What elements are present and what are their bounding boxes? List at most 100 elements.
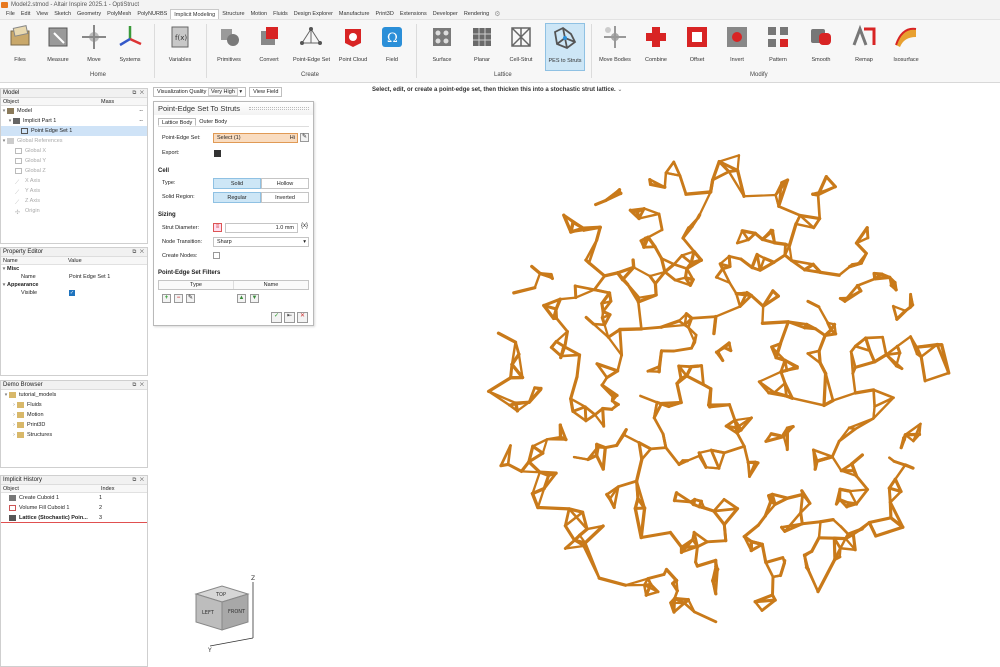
- apply-keep-open-icon[interactable]: ⇤: [284, 312, 295, 323]
- pattern-button[interactable]: Pattern: [760, 23, 796, 71]
- edit-icon[interactable]: ✎: [300, 133, 309, 142]
- variable-link-icon[interactable]: {x}: [301, 223, 308, 229]
- solid-region-inverted-option[interactable]: Inverted: [261, 192, 309, 203]
- lattice-strut: [569, 220, 575, 234]
- tree-row-global-x[interactable]: Global X: [1, 146, 147, 156]
- lattice-strut: [872, 388, 876, 408]
- solid-region-regular-option[interactable]: Regular: [213, 192, 261, 203]
- lattice-strut: [678, 174, 688, 196]
- pes-to-struts-button[interactable]: PES to Struts: [545, 23, 585, 71]
- lattice-strut: [818, 270, 841, 277]
- tree-row-origin[interactable]: ✣ Origin: [1, 206, 147, 216]
- measure-button[interactable]: Measure: [40, 23, 76, 71]
- navigation-cube[interactable]: TOP LEFT FRONT Z Y: [188, 572, 260, 652]
- menu-sketch[interactable]: Sketch: [51, 9, 74, 19]
- menu-manufacture[interactable]: Manufacture: [336, 9, 373, 19]
- type-solid-option[interactable]: Solid: [213, 178, 261, 189]
- point-cloud-button[interactable]: Point Cloud: [335, 23, 371, 71]
- menu-fluids[interactable]: Fluids: [270, 9, 291, 19]
- menu-implicit-modeling[interactable]: Implicit Modeling: [170, 9, 220, 19]
- tree-row-global-y[interactable]: Global Y: [1, 156, 147, 166]
- type-hollow-option[interactable]: Hollow: [261, 178, 309, 189]
- files-button[interactable]: Files: [2, 23, 38, 71]
- view-field-button[interactable]: View Field: [249, 87, 283, 97]
- offset-button[interactable]: Offset: [679, 23, 715, 71]
- lattice-strut: [578, 527, 589, 537]
- add-tab-icon[interactable]: ⚙: [492, 10, 500, 18]
- visualization-quality-select[interactable]: Visualization Quality Very High ▾: [153, 87, 247, 97]
- combine-button[interactable]: Combine: [638, 23, 674, 71]
- menu-print3d[interactable]: Print3D: [372, 9, 396, 19]
- panel-controls-icon[interactable]: ⧉ ✕: [132, 476, 145, 485]
- menu-developer[interactable]: Developer: [430, 9, 461, 19]
- demo-item-structures[interactable]: › Structures: [1, 430, 147, 440]
- close-icon[interactable]: ✕: [297, 312, 308, 323]
- remove-filter-icon[interactable]: −: [174, 294, 183, 303]
- history-row[interactable]: Lattice (Stochastic) Poin... 3: [1, 513, 147, 523]
- isosurface-button[interactable]: Isosurface: [888, 23, 924, 71]
- tree-row-global-z[interactable]: Global Z: [1, 166, 147, 176]
- planar-button[interactable]: Planar: [464, 23, 500, 71]
- move-up-icon[interactable]: ▲: [237, 294, 246, 303]
- surface-button[interactable]: Surface: [424, 23, 460, 71]
- demo-item-fluids[interactable]: › Fluids: [1, 400, 147, 410]
- lattice-strut: [784, 243, 791, 247]
- tree-row-model[interactable]: ▾ Model --: [1, 106, 147, 116]
- primitives-button[interactable]: Primitives: [211, 23, 247, 71]
- tree-row-z-axis[interactable]: ⟋ Z Axis: [1, 196, 147, 206]
- point-edge-set-button[interactable]: Point-Edge Set: [293, 23, 330, 71]
- apply-icon[interactable]: ✓: [271, 312, 282, 323]
- cell-strut-button[interactable]: Cell-Strut: [503, 23, 539, 71]
- menu-polymesh[interactable]: PolyMesh: [104, 9, 134, 19]
- tree-row-implicit-part[interactable]: ▾ Implicit Part 1 --: [1, 116, 147, 126]
- panel-controls-icon[interactable]: ⧉ ✕: [132, 248, 145, 257]
- panel-controls-icon[interactable]: ⧉ ✕: [132, 89, 145, 98]
- add-filter-icon[interactable]: +: [162, 294, 171, 303]
- menu-motion[interactable]: Motion: [248, 9, 271, 19]
- strut-diameter-input[interactable]: 1.0 mm: [225, 223, 298, 233]
- menu-extensions[interactable]: Extensions: [397, 9, 430, 19]
- variables-button[interactable]: f(x) Variables: [162, 23, 198, 71]
- menu-polynurbs[interactable]: PolyNURBS: [134, 9, 170, 19]
- demo-item-print3d[interactable]: › Print3D: [1, 420, 147, 430]
- tree-row-x-axis[interactable]: ⟋ X Axis: [1, 176, 147, 186]
- tree-row-y-axis[interactable]: ⟋ Y Axis: [1, 186, 147, 196]
- lattice-strut: [533, 272, 542, 289]
- invert-button[interactable]: Invert: [719, 23, 755, 71]
- remap-button[interactable]: Remap: [846, 23, 882, 71]
- create-nodes-checkbox[interactable]: [213, 252, 220, 259]
- demo-item-tutorial-models[interactable]: ▾ tutorial_models: [1, 390, 147, 400]
- panel-controls-icon[interactable]: ⧉ ✕: [132, 381, 145, 390]
- convert-button[interactable]: Convert: [251, 23, 287, 71]
- misc-section[interactable]: ▾ Misc: [1, 265, 147, 273]
- node-transition-select[interactable]: Sharp ▾: [213, 237, 309, 247]
- systems-button[interactable]: Systems: [112, 23, 148, 71]
- smooth-button[interactable]: Smooth: [803, 23, 839, 71]
- demo-item-motion[interactable]: › Motion: [1, 410, 147, 420]
- move-button[interactable]: Move: [76, 23, 112, 71]
- menu-file[interactable]: File: [3, 9, 18, 19]
- tab-outer-body[interactable]: Outer Body: [196, 118, 230, 126]
- history-row[interactable]: Volume Fill Cuboid 12: [1, 503, 147, 513]
- point-edge-set-selector[interactable]: Select (1) Hi: [213, 133, 298, 143]
- menu-edit[interactable]: Edit: [18, 9, 33, 19]
- tree-row-global-references[interactable]: ▾ Global References: [1, 136, 147, 146]
- field-driven-icon[interactable]: ≡: [213, 223, 222, 232]
- move-bodies-button[interactable]: Move Bodies: [597, 23, 633, 71]
- menu-structure[interactable]: Structure: [219, 9, 247, 19]
- tree-row-point-edge-set[interactable]: Point Edge Set 1: [1, 126, 147, 136]
- field-button[interactable]: Ω Field: [374, 23, 410, 71]
- menu-design-explorer[interactable]: Design Explorer: [291, 9, 336, 19]
- menu-rendering[interactable]: Rendering: [461, 9, 492, 19]
- lattice-strut: [822, 371, 828, 408]
- menu-geometry[interactable]: Geometry: [74, 9, 104, 19]
- dialog-title[interactable]: Point-Edge Set To Struts: [154, 102, 313, 115]
- tab-lattice-body[interactable]: Lattice Body: [158, 118, 197, 126]
- appearance-section[interactable]: ▾ Appearance: [1, 281, 147, 289]
- menu-view[interactable]: View: [33, 9, 51, 19]
- save-icon[interactable]: [214, 150, 221, 157]
- edit-filter-icon[interactable]: ✎: [186, 294, 195, 303]
- history-row[interactable]: Create Cuboid 11: [1, 493, 147, 503]
- visible-checkbox[interactable]: ✓: [69, 290, 75, 296]
- move-down-icon[interactable]: ▼: [250, 294, 259, 303]
